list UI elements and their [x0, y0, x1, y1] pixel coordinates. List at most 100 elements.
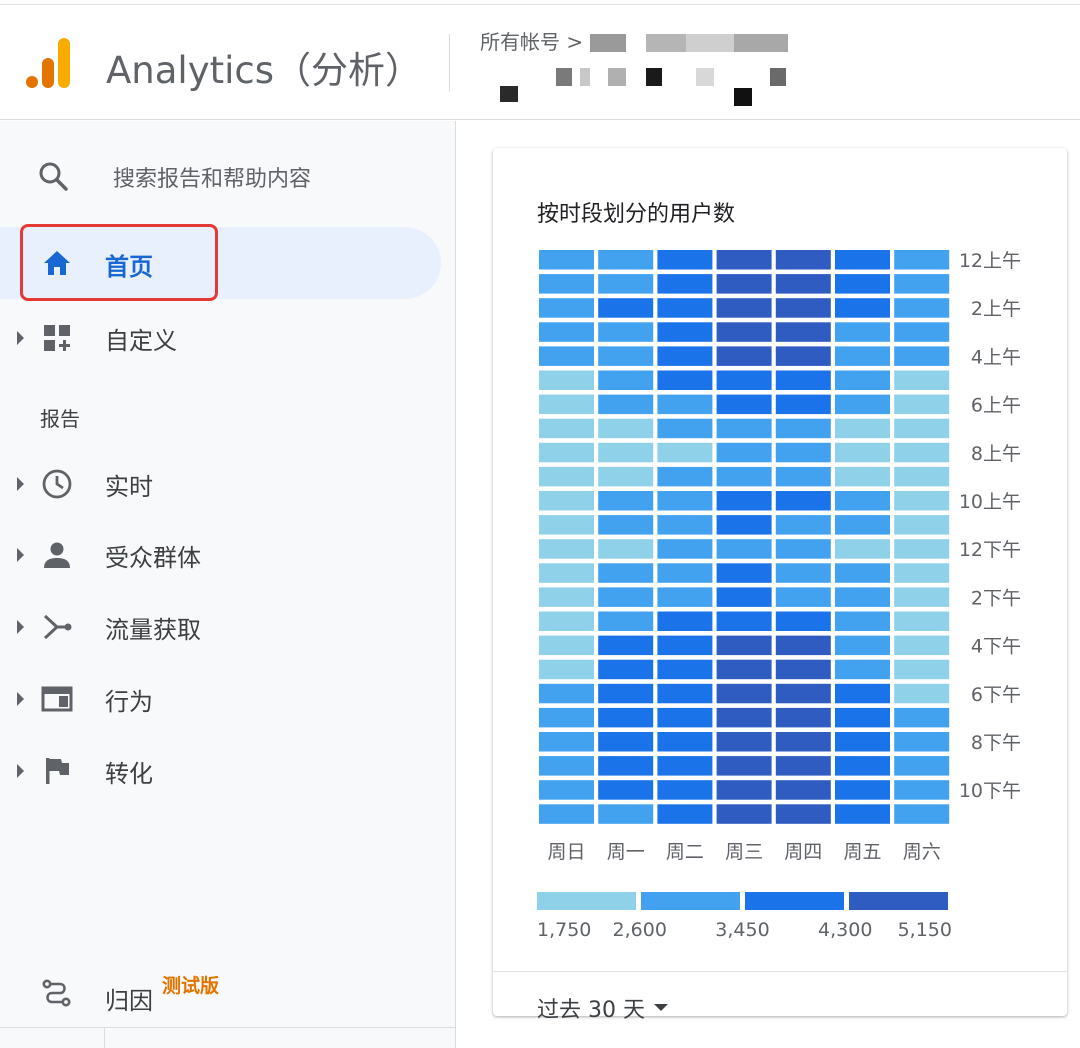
heatmap-cell-周日-10下午[interactable] [539, 780, 594, 800]
heatmap-cell-周日-11下午[interactable] [539, 804, 594, 824]
expand-arrow-icon[interactable] [17, 692, 24, 706]
heatmap-cell-周日-8上午[interactable] [539, 442, 594, 463]
heatmap-cell-周五-12上午[interactable] [835, 250, 890, 270]
heatmap-cell-周六-10上午[interactable] [894, 491, 950, 511]
heatmap-cell-周三-7下午[interactable] [716, 707, 772, 728]
heatmap-cell-周二-3下午[interactable] [657, 611, 713, 632]
heatmap-cell-周二-8下午[interactable] [657, 732, 713, 752]
expand-arrow-icon[interactable] [17, 548, 24, 562]
heatmap-cell-周四-7下午[interactable] [775, 707, 831, 728]
heatmap-cell-周四-4下午[interactable] [775, 635, 831, 656]
heatmap-cell-周二-1下午[interactable] [657, 563, 713, 583]
heatmap-cell-周六-6下午[interactable] [894, 683, 950, 704]
dropdown-caret-icon[interactable] [654, 1004, 668, 1011]
heatmap-cell-周五-9下午[interactable] [835, 756, 890, 776]
heatmap-cell-周三-12下午[interactable] [716, 539, 772, 559]
heatmap-cell-周三-9上午[interactable] [716, 466, 772, 487]
heatmap-cell-周六-10下午[interactable] [894, 780, 950, 800]
heatmap-cell-周六-3下午[interactable] [894, 611, 950, 632]
heatmap-cell-周一-11下午[interactable] [598, 804, 654, 824]
heatmap-cell-周三-12上午[interactable] [716, 250, 772, 270]
heatmap-cell-周二-10上午[interactable] [657, 491, 713, 511]
heatmap-cell-周二-10下午[interactable] [657, 780, 713, 800]
heatmap-cell-周二-11下午[interactable] [657, 804, 713, 824]
heatmap-cell-周二-3上午[interactable] [657, 322, 713, 342]
heatmap-cell-周四-9上午[interactable] [775, 466, 831, 487]
sidebar-item-behavior[interactable]: 行为 [0, 666, 456, 730]
heatmap-cell-周一-9下午[interactable] [598, 756, 654, 776]
heatmap-cell-周六-1下午[interactable] [894, 563, 950, 583]
heatmap-cell-周一-10下午[interactable] [598, 780, 654, 800]
heatmap-cell-周日-5下午[interactable] [539, 659, 594, 680]
heatmap-cell-周六-3上午[interactable] [894, 322, 950, 342]
heatmap-cell-周日-1上午[interactable] [539, 274, 594, 294]
heatmap-cell-周三-10上午[interactable] [716, 491, 772, 511]
heatmap-cell-周五-2上午[interactable] [835, 298, 890, 318]
heatmap-cell-周三-2下午[interactable] [716, 587, 772, 607]
heatmap-cell-周五-7上午[interactable] [835, 418, 890, 439]
search-bar[interactable]: 搜索报告和帮助内容 [0, 147, 456, 203]
heatmap-cell-周四-4上午[interactable] [775, 346, 831, 366]
heatmap-cell-周六-8下午[interactable] [894, 732, 950, 752]
heatmap-cell-周日-12上午[interactable] [539, 250, 594, 270]
heatmap-cell-周四-7上午[interactable] [775, 418, 831, 439]
heatmap-cell-周四-9下午[interactable] [775, 756, 831, 776]
heatmap-cell-周二-9上午[interactable] [657, 466, 713, 487]
heatmap-cell-周六-12下午[interactable] [894, 539, 950, 559]
heatmap-cell-周日-4下午[interactable] [539, 635, 594, 656]
heatmap-cell-周日-3上午[interactable] [539, 322, 594, 342]
heatmap-cell-周一-8上午[interactable] [598, 442, 654, 463]
heatmap-cell-周五-3下午[interactable] [835, 611, 890, 632]
sidebar-item-realtime[interactable]: 实时 [0, 451, 456, 515]
heatmap-cell-周五-9上午[interactable] [835, 466, 890, 487]
heatmap-cell-周日-8下午[interactable] [539, 732, 594, 752]
heatmap-cell-周二-8上午[interactable] [657, 442, 713, 463]
heatmap-cell-周五-1上午[interactable] [835, 274, 890, 294]
heatmap-cell-周四-5下午[interactable] [775, 659, 831, 680]
heatmap-cell-周六-11下午[interactable] [894, 804, 950, 824]
search-input[interactable]: 搜索报告和帮助内容 [113, 161, 311, 193]
heatmap-cell-周日-11上午[interactable] [539, 515, 594, 535]
heatmap-cell-周日-2下午[interactable] [539, 587, 594, 607]
heatmap-cell-周日-3下午[interactable] [539, 611, 594, 632]
heatmap-cell-周二-7下午[interactable] [657, 707, 713, 728]
heatmap-cell-周四-6下午[interactable] [775, 683, 831, 704]
heatmap-cell-周日-4上午[interactable] [539, 346, 594, 366]
heatmap-cell-周三-1上午[interactable] [716, 274, 772, 294]
heatmap-cell-周一-5下午[interactable] [598, 659, 654, 680]
heatmap-cell-周一-3上午[interactable] [598, 322, 654, 342]
heatmap-cell-周日-9下午[interactable] [539, 756, 594, 776]
heatmap-cell-周一-10上午[interactable] [598, 491, 654, 511]
heatmap-cell-周三-3上午[interactable] [716, 322, 772, 342]
heatmap-cell-周三-6上午[interactable] [716, 394, 772, 415]
heatmap-cell-周二-4下午[interactable] [657, 635, 713, 656]
heatmap-cell-周二-5下午[interactable] [657, 659, 713, 680]
heatmap-cell-周二-12下午[interactable] [657, 539, 713, 559]
heatmap-cell-周六-4下午[interactable] [894, 635, 950, 656]
heatmap-cell-周五-11上午[interactable] [835, 515, 890, 535]
heatmap-cell-周日-10上午[interactable] [539, 491, 594, 511]
heatmap-cell-周六-7上午[interactable] [894, 418, 950, 439]
heatmap-cell-周五-5上午[interactable] [835, 370, 890, 391]
heatmap-cell-周四-12上午[interactable] [775, 250, 831, 270]
heatmap-cell-周三-10下午[interactable] [716, 780, 772, 800]
heatmap-cell-周二-6上午[interactable] [657, 394, 713, 415]
heatmap-cell-周一-1上午[interactable] [598, 274, 654, 294]
heatmap-cell-周三-8上午[interactable] [716, 442, 772, 463]
heatmap-cell-周二-7上午[interactable] [657, 418, 713, 439]
heatmap-cell-周三-3下午[interactable] [716, 611, 772, 632]
heatmap-cell-周日-6上午[interactable] [539, 394, 594, 415]
heatmap-cell-周一-4上午[interactable] [598, 346, 654, 366]
heatmap-cell-周一-8下午[interactable] [598, 732, 654, 752]
heatmap-cell-周三-11上午[interactable] [716, 515, 772, 535]
heatmap-cell-周六-12上午[interactable] [894, 250, 950, 270]
heatmap-cell-周一-1下午[interactable] [598, 563, 654, 583]
heatmap-cell-周四-6上午[interactable] [775, 394, 831, 415]
heatmap-cell-周五-8下午[interactable] [835, 732, 890, 752]
heatmap-cell-周六-8上午[interactable] [894, 442, 950, 463]
heatmap-cell-周日-7下午[interactable] [539, 707, 594, 728]
heatmap-cell-周四-5上午[interactable] [775, 370, 831, 391]
heatmap-cell-周五-3上午[interactable] [835, 322, 890, 342]
heatmap-cell-周五-10上午[interactable] [835, 491, 890, 511]
heatmap-cell-周三-5上午[interactable] [716, 370, 772, 391]
